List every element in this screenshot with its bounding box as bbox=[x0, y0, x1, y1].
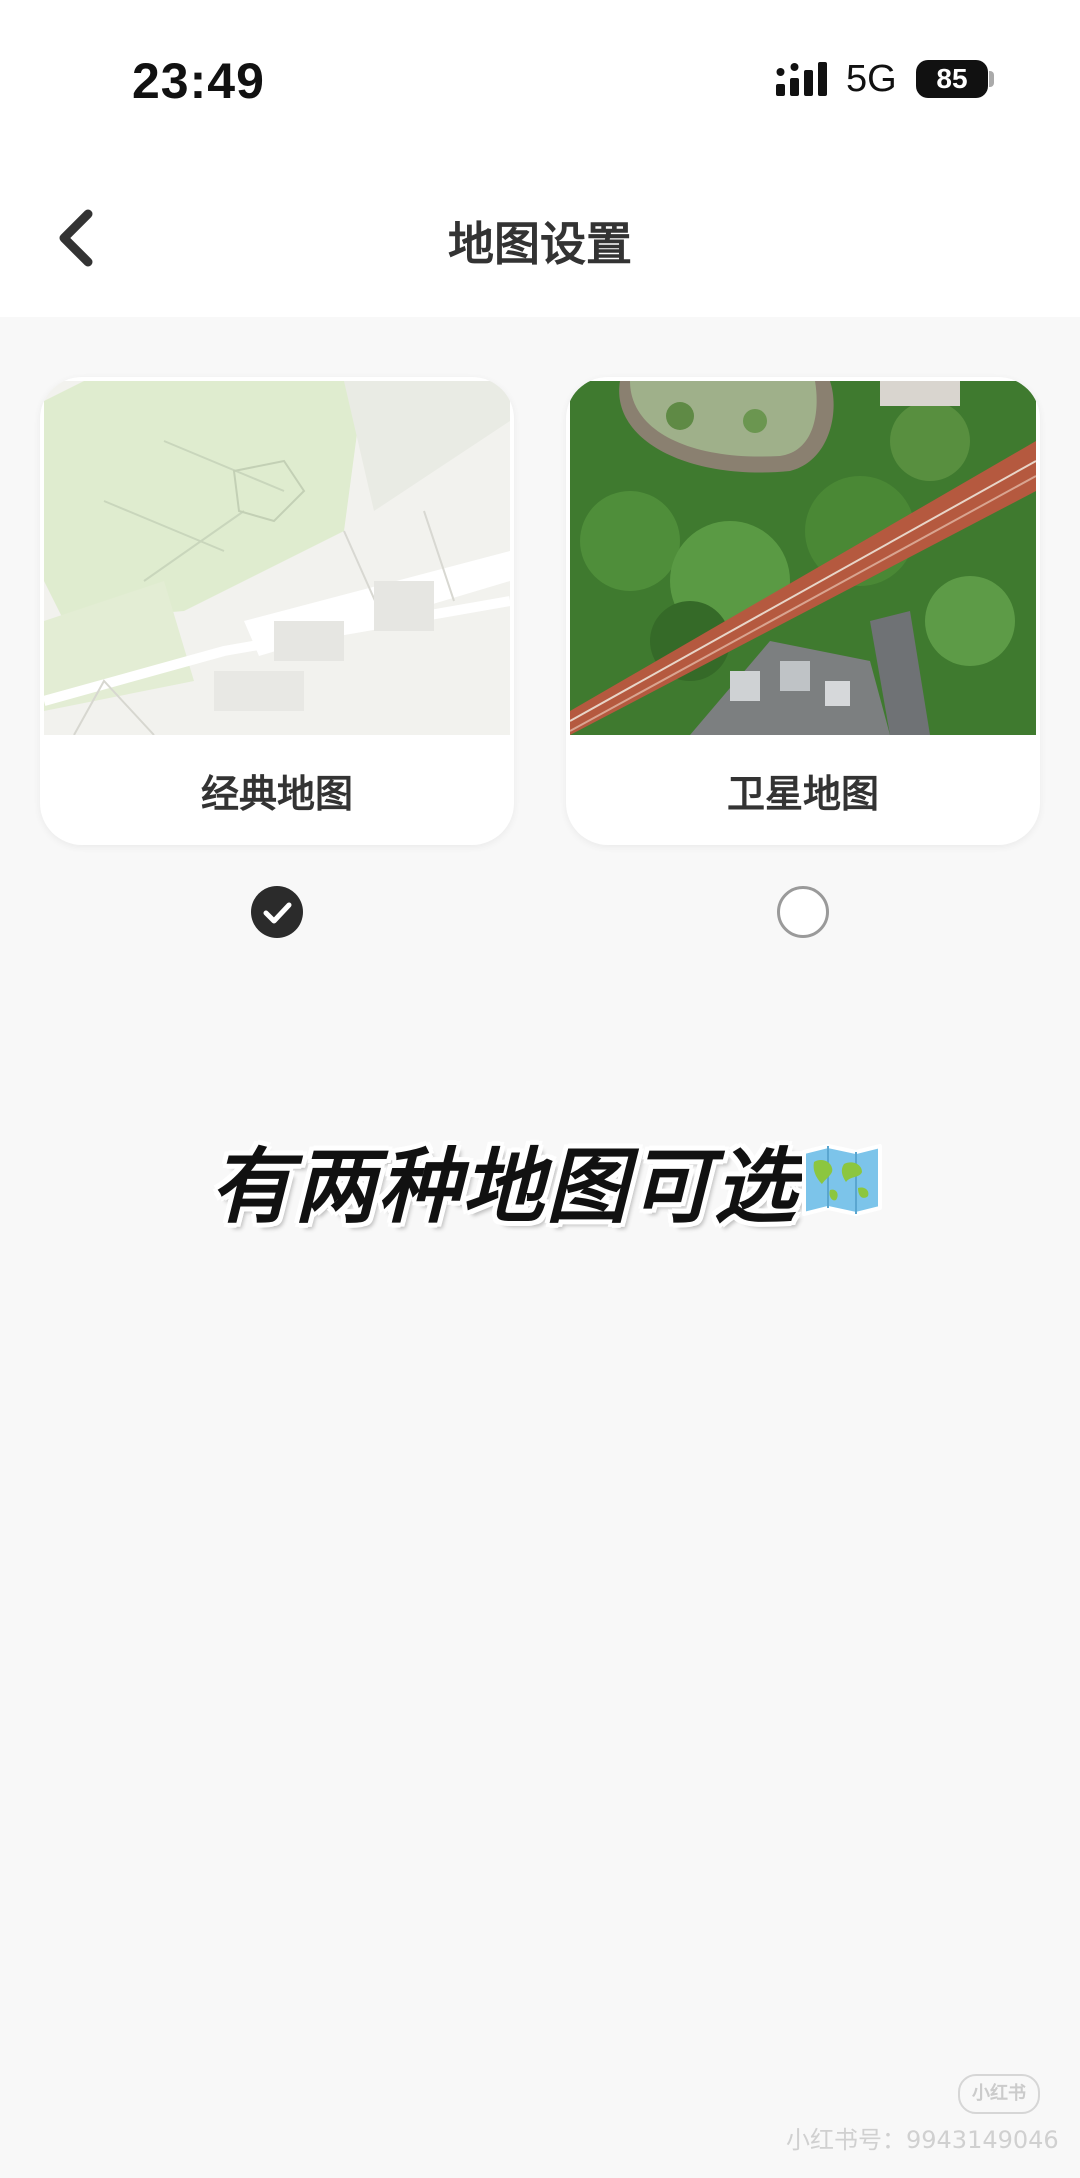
satellite-map-thumbnail bbox=[570, 381, 1036, 735]
map-option-classic[interactable]: 经典地图 bbox=[40, 377, 514, 845]
classic-map-radio-selected[interactable] bbox=[251, 886, 303, 938]
map-option-satellite[interactable]: 卫星地图 bbox=[566, 377, 1040, 845]
signal-strength-icon bbox=[776, 62, 827, 96]
battery-level: 85 bbox=[936, 63, 968, 94]
satellite-map-radio[interactable] bbox=[777, 886, 829, 938]
satellite-map-label: 卫星地图 bbox=[726, 772, 879, 816]
watermark-id: 小红书号：9943149046 bbox=[786, 2126, 1059, 2154]
top-bar: 23:49 5G 85 地图设置 bbox=[0, 0, 1080, 317]
caption-text: 有两种地图可选 bbox=[210, 1140, 798, 1235]
classic-map-thumbnail bbox=[44, 381, 510, 735]
page-title: 地图设置 bbox=[448, 217, 632, 271]
world-map-icon bbox=[802, 1143, 882, 1216]
status-time: 23:49 bbox=[132, 53, 265, 109]
check-icon bbox=[263, 902, 292, 924]
battery-icon: 85 bbox=[916, 60, 988, 98]
watermark-logo: 小红书 bbox=[958, 2074, 1040, 2114]
classic-map-label: 经典地图 bbox=[200, 772, 353, 816]
overlay-caption: 有两种地图可选 bbox=[210, 1120, 890, 1235]
network-type: 5G bbox=[846, 58, 897, 100]
battery-tip bbox=[989, 71, 994, 87]
